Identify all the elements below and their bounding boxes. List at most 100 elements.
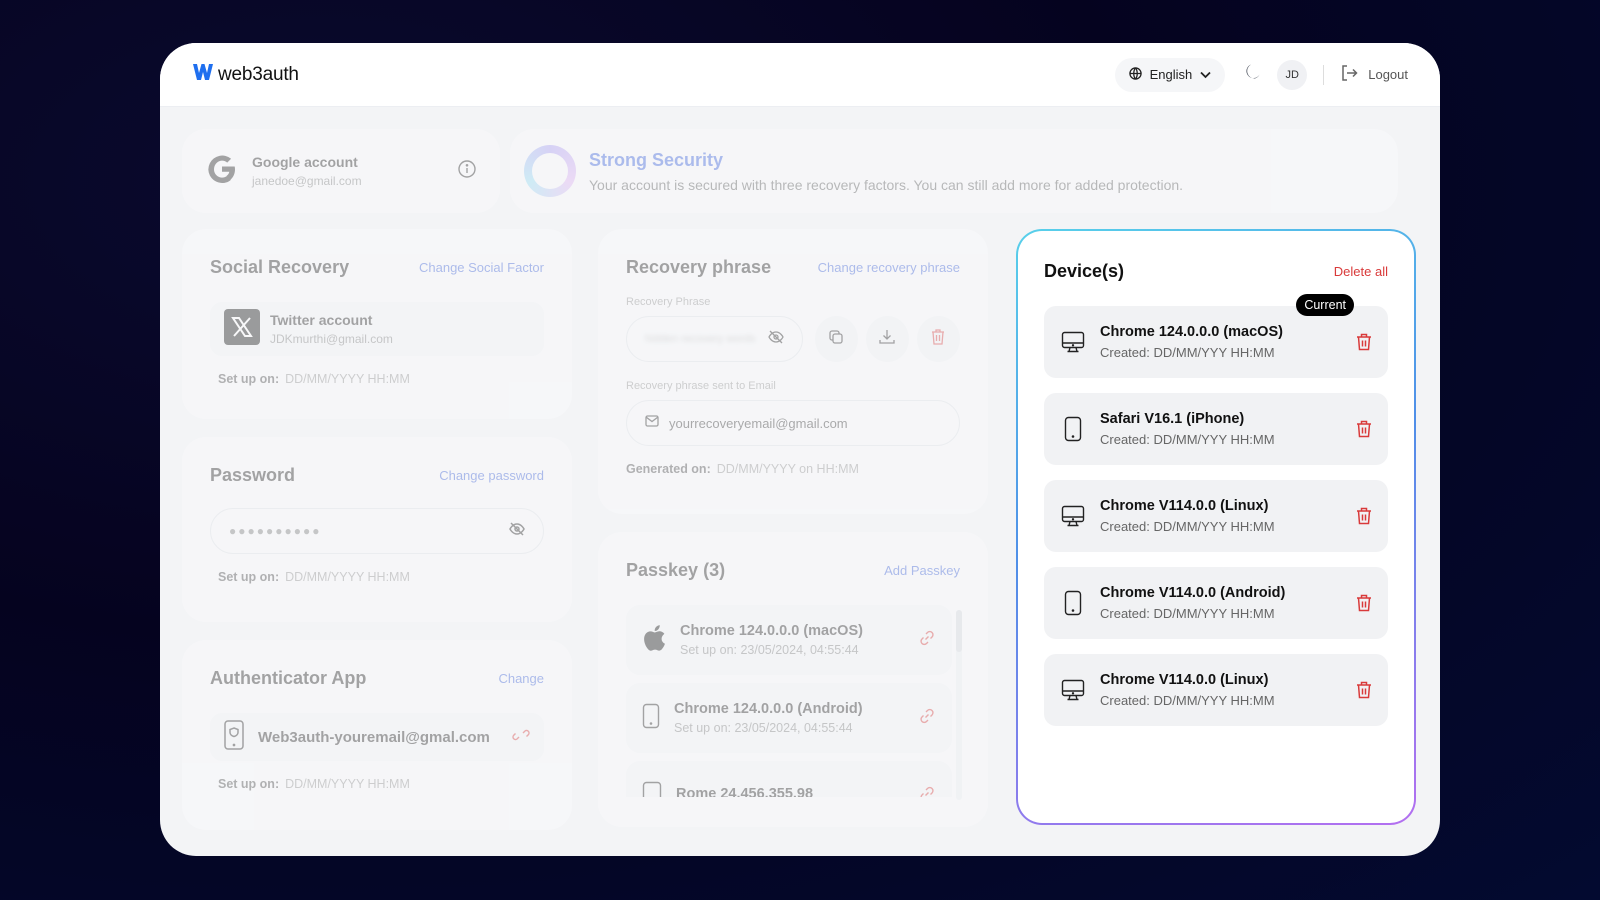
device-name: Safari V16.1 (iPhone) (1100, 411, 1245, 427)
trash-icon (1356, 507, 1372, 525)
change-recovery-phrase-link[interactable]: Change recovery phrase (818, 260, 960, 275)
social-recovery-card: Social Recovery Change Social Factor Twi… (182, 229, 572, 419)
download-icon (879, 329, 895, 350)
desktop-icon (1060, 330, 1086, 354)
phone-icon (1060, 590, 1086, 616)
recovery-phrase-field[interactable]: hidden recovery words (626, 316, 803, 362)
device-item: Safari V16.1 (iPhone) Created: DD/MM/YYY … (1044, 393, 1388, 465)
language-label: English (1149, 67, 1193, 82)
passkey-setup: Set up on: 23/05/2024, 04:55:44 (674, 721, 853, 735)
security-description: Your account is secured with three recov… (589, 176, 1184, 193)
add-passkey-link[interactable]: Add Passkey (884, 563, 960, 578)
password-card: Password Change password ●●●●●●●●●● Set … (182, 437, 572, 622)
recovery-phrase-card: Recovery phrase Change recovery phrase R… (598, 229, 988, 514)
main-content: Google account janedoe@gmail.com Strong … (160, 107, 1440, 856)
recovery-email-value: yourrecoveryemail@gmail.com (669, 415, 848, 431)
setup-value: DD/MM/YYYY HH:MM (285, 372, 410, 386)
device-created: Created: DD/MM/YYY HH:MM (1100, 606, 1275, 621)
trash-icon (1356, 681, 1372, 699)
authenticator-setup-date: Set up on: DD/MM/YYYY HH:MM (210, 777, 544, 791)
language-selector[interactable]: English (1114, 57, 1226, 92)
device-created: Created: DD/MM/YYY HH:MM (1100, 519, 1275, 534)
logout-icon (1340, 64, 1358, 85)
download-button[interactable] (865, 316, 909, 362)
delete-device-button[interactable] (1356, 420, 1372, 438)
delete-device-button[interactable] (1356, 594, 1372, 612)
device-item: Chrome V114.0.0 (Linux) Created: DD/MM/YY… (1044, 654, 1388, 726)
delete-device-button[interactable] (1356, 681, 1372, 699)
moon-icon (1243, 63, 1261, 86)
passkey-item: Chrome 124.0.0.0 (Android) Set up on: 23… (626, 683, 952, 753)
info-icon[interactable] (458, 159, 476, 183)
divider (1323, 64, 1325, 85)
twitter-account-name: Twitter account (270, 312, 373, 328)
avatar[interactable]: JD (1277, 59, 1308, 90)
device-name: Chrome V114.0.0 (Android) (1100, 585, 1286, 601)
authenticator-account-box: Web3auth-youremail@gmal.com (210, 713, 544, 761)
setup-value: DD/MM/YYYY HH:MM (285, 570, 410, 584)
devices-title: Device(s) (1044, 261, 1125, 281)
account-provider: Google account (252, 154, 358, 170)
social-setup-date: Set up on: DD/MM/YYYY HH:MM (210, 372, 544, 386)
app-window: web3auth English JD Logout Google accoun… (160, 43, 1440, 856)
passkey-name: Chrome 124.0.0.0 (macOS) (680, 623, 863, 639)
dark-mode-toggle[interactable] (1243, 63, 1261, 86)
link-icon[interactable] (918, 629, 936, 652)
device-name: Chrome 124.0.0.0 (macOS) (1100, 324, 1283, 340)
copy-icon (829, 329, 843, 349)
eye-off-icon[interactable] (767, 329, 784, 350)
security-title: Strong Security (589, 149, 724, 170)
logo-text: web3auth (218, 63, 299, 85)
passkey-title: Passkey (3) (626, 560, 726, 580)
link-icon[interactable] (918, 785, 936, 797)
passkey-card: Passkey (3) Add Passkey Chrome 124.0.0.0… (598, 532, 988, 827)
authenticator-account: Web3auth-youremail@gmal.com (258, 728, 490, 746)
change-password-link[interactable]: Change password (439, 468, 544, 483)
desktop-icon (1060, 504, 1086, 528)
scrollbar-thumb[interactable] (956, 610, 962, 652)
copy-button[interactable] (814, 316, 858, 362)
passkey-setup: Set up on: 23/05/2024, 04:55:44 (680, 643, 859, 657)
passkey-item: Chrome 124.0.0.0 (macOS) Set up on: 23/0… (626, 605, 952, 675)
device-name: Chrome V114.0.0 (Linux) (1100, 672, 1269, 688)
web3auth-logo-icon (192, 63, 214, 86)
device-created: Created: DD/MM/YYY HH:MM (1100, 345, 1275, 360)
password-title: Password (210, 465, 296, 485)
trash-icon (1356, 333, 1372, 351)
eye-off-icon[interactable] (509, 521, 525, 542)
passkey-scrollbar[interactable] (956, 610, 962, 800)
logout-button[interactable]: Logout (1340, 64, 1408, 85)
delete-phrase-button[interactable] (916, 316, 961, 362)
password-setup-date: Set up on: DD/MM/YYYY HH:MM (210, 570, 544, 584)
current-badge: Current (1296, 294, 1354, 316)
change-authenticator-link[interactable]: Change (498, 671, 544, 686)
unlink-icon[interactable] (512, 726, 530, 749)
delete-device-button[interactable] (1356, 507, 1372, 525)
delete-device-button[interactable] (1356, 333, 1372, 351)
change-social-factor-link[interactable]: Change Social Factor (419, 260, 544, 275)
phone-icon (642, 703, 660, 734)
logo[interactable]: web3auth (192, 63, 299, 86)
recovery-phrase-label: Recovery Phrase (626, 296, 711, 308)
security-banner: Strong Security Your account is secured … (510, 129, 1398, 213)
logout-label: Logout (1368, 67, 1408, 82)
google-icon (206, 153, 238, 190)
twitter-account-email: JDKmurthi@gmail.com (270, 332, 393, 346)
phone-icon (1060, 416, 1086, 442)
recovery-email-field[interactable]: yourrecoveryemail@gmail.com (626, 400, 960, 446)
top-bar: web3auth English JD Logout (160, 43, 1440, 107)
setup-label: Set up on: (218, 570, 280, 584)
device-created: Created: DD/MM/YYY HH:MM (1100, 693, 1275, 708)
password-field[interactable]: ●●●●●●●●●● (210, 508, 544, 554)
security-ring-icon (524, 145, 576, 197)
device-item: Chrome V114.0.0 (Linux) Created: DD/MM/YY… (1044, 480, 1388, 552)
phone-icon (642, 781, 662, 797)
passkey-name: Chrome 124.0.0.0 (Android) (674, 701, 863, 717)
recovery-phrase-value: hidden recovery words (645, 333, 756, 345)
trash-icon (1356, 594, 1372, 612)
apple-icon (642, 624, 666, 657)
recovery-email-label: Recovery phrase sent to Email (626, 380, 776, 392)
link-icon[interactable] (918, 707, 936, 730)
globe-icon (1128, 66, 1142, 83)
delete-all-button[interactable]: Delete all (1334, 264, 1388, 279)
